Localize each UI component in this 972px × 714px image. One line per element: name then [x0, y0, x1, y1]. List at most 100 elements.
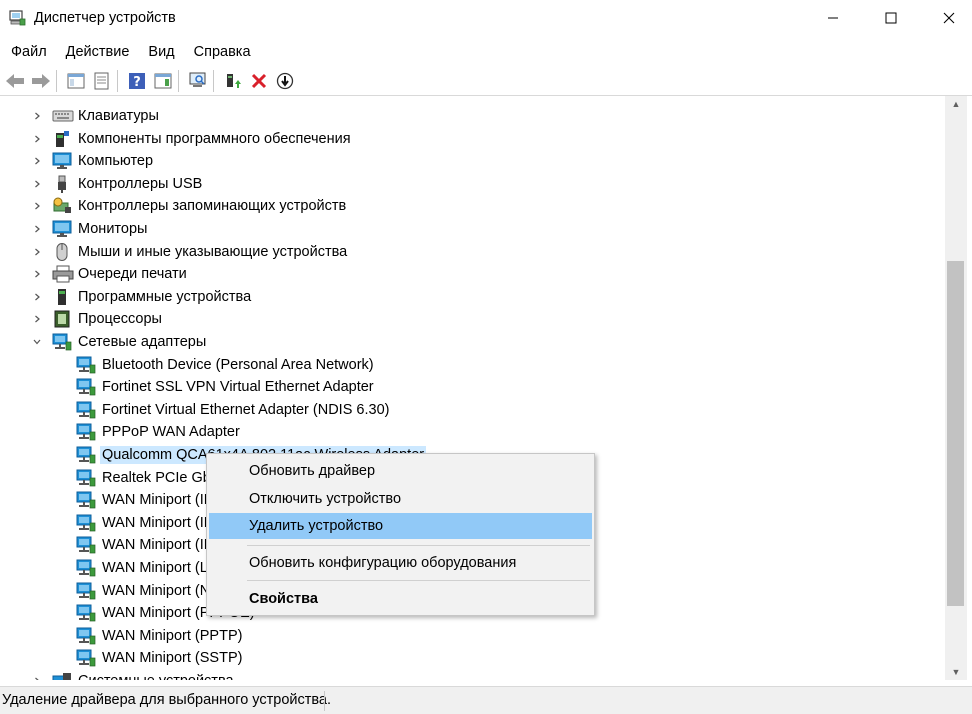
tree-category-label: Компоненты программного обеспечения — [78, 130, 351, 147]
window-title: Диспетчер устройств — [34, 10, 176, 26]
tree-category[interactable]: Компьютер — [0, 150, 945, 172]
tree-category[interactable]: Контроллеры USB — [0, 173, 945, 195]
toolbar-separator — [56, 69, 57, 92]
context-menu: Обновить драйвер Отключить устройство Уд… — [206, 453, 595, 616]
install-download-button[interactable] — [273, 69, 296, 92]
show-hide-console-tree-button[interactable] — [64, 69, 87, 92]
menu-separator — [247, 580, 590, 581]
menu-item-update-driver[interactable]: Обновить драйвер — [209, 458, 592, 484]
chevron-right-icon[interactable] — [30, 241, 44, 263]
chevron-right-icon[interactable] — [30, 308, 44, 330]
keyboard-icon — [52, 107, 74, 125]
menu-action[interactable]: Действие — [58, 40, 138, 64]
title-bar: Диспетчер устройств — [0, 0, 972, 36]
scrollbar-thumb[interactable] — [947, 261, 964, 606]
tree-category-label: Программные устройства — [78, 288, 252, 305]
scroll-up-button[interactable]: ▲ — [945, 96, 967, 112]
tree-device-label: PPPoP WAN Adapter — [102, 424, 240, 441]
menu-file[interactable]: Файл — [3, 40, 55, 64]
tree-category-label: Мониторы — [78, 221, 148, 237]
tree-category[interactable]: Мыши и иные указывающие устройства — [0, 241, 945, 263]
chevron-right-icon[interactable] — [30, 263, 44, 285]
tree-category[interactable]: Очереди печати — [0, 263, 945, 285]
tree-device-item[interactable]: PPPoP WAN Adapter — [0, 421, 945, 443]
scan-hardware-changes-icon — [189, 72, 205, 87]
tree-category[interactable]: Программные устройства — [0, 286, 945, 308]
printer-icon — [52, 265, 74, 283]
action-pane-button[interactable] — [151, 69, 174, 92]
chevron-right-icon[interactable] — [30, 128, 44, 150]
tree-device-label: Fortinet SSL VPN Virtual Ethernet Adapte… — [102, 379, 374, 396]
tree-category-label: Мыши и иные указывающие устройства — [78, 243, 348, 260]
tree-device-item[interactable]: Fortinet Virtual Ethernet Adapter (NDIS … — [0, 399, 945, 421]
tree-category-label: Сетевые адаптеры — [78, 334, 207, 350]
tree-device-item[interactable]: Fortinet SSL VPN Virtual Ethernet Adapte… — [0, 376, 945, 398]
tree-category[interactable]: Процессоры — [0, 308, 945, 330]
network-adapter-icon — [76, 604, 96, 622]
help-button[interactable]: ? — [125, 69, 148, 92]
menu-item-properties[interactable]: Свойства — [209, 586, 592, 612]
tree-device-label: Bluetooth Device (Personal Area Network) — [102, 356, 374, 373]
processor-icon — [52, 310, 72, 328]
scan-hardware-changes-button[interactable] — [186, 69, 209, 92]
network-adapter-icon — [76, 356, 96, 374]
tree-category-label: Системные устройства — [76, 672, 236, 680]
chevron-right-icon[interactable] — [30, 218, 44, 240]
network-adapter-icon — [76, 491, 96, 509]
network-adapter-icon — [76, 378, 96, 396]
status-text: Удаление драйвера для выбранного устройс… — [2, 692, 332, 708]
tree-device-label: WAN Miniport (SSTP) — [102, 650, 243, 667]
tree-category-label: Клавиатуры — [78, 108, 159, 124]
menu-item-disable-device[interactable]: Отключить устройство — [209, 486, 592, 512]
tree-category-label: Контроллеры USB — [78, 175, 203, 192]
network-adapter-icon — [76, 559, 96, 577]
software-component-icon — [52, 130, 72, 148]
monitor-icon — [52, 220, 72, 238]
back-button[interactable] — [3, 69, 26, 92]
toolbar-separator — [213, 69, 214, 92]
menu-help[interactable]: Справка — [186, 40, 259, 64]
tree-category[interactable]: Контроллеры запоминающих устройств — [0, 195, 945, 217]
chevron-right-icon[interactable] — [30, 173, 44, 195]
tree-device-item[interactable]: Bluetooth Device (Personal Area Network) — [0, 354, 945, 376]
close-button[interactable] — [926, 0, 972, 36]
properties-button[interactable] — [90, 69, 113, 92]
software-device-icon — [52, 288, 72, 306]
menu-item-scan-hardware[interactable]: Обновить конфигурацию оборудования — [209, 550, 592, 576]
minimize-button[interactable] — [810, 0, 856, 36]
uninstall-device-button[interactable] — [247, 69, 270, 92]
chevron-right-icon[interactable] — [30, 105, 44, 127]
chevron-right-icon[interactable] — [30, 195, 44, 217]
uninstall-device-icon — [251, 73, 266, 88]
tree-device-label: WAN Miniport (IP) — [102, 514, 219, 531]
tree-device-item[interactable]: WAN Miniport (PPTP) — [0, 625, 945, 647]
action-pane-icon — [154, 73, 171, 88]
system-devices-icon — [52, 672, 72, 680]
network-adapter-icon — [76, 469, 96, 487]
menu-item-uninstall-device[interactable]: Удалить устройство — [209, 513, 592, 539]
menu-view[interactable]: Вид — [140, 40, 182, 64]
maximize-button[interactable] — [868, 0, 914, 36]
chevron-right-icon[interactable] — [30, 150, 44, 172]
forward-button[interactable] — [29, 69, 52, 92]
network-adapter-icon — [76, 423, 96, 441]
tree-category[interactable]: Системные устройства — [0, 670, 945, 680]
tree-device-item[interactable]: WAN Miniport (SSTP) — [0, 647, 945, 669]
tree-category-label: Компьютер — [78, 153, 154, 170]
chevron-right-icon[interactable] — [30, 670, 44, 680]
tree-device-label: Fortinet Virtual Ethernet Adapter (NDIS … — [102, 401, 390, 418]
chevron-down-icon[interactable] — [30, 331, 44, 353]
vertical-scrollbar[interactable]: ▲ ▼ — [945, 96, 967, 680]
tree-category[interactable]: Сетевые адаптеры — [0, 331, 945, 353]
chevron-up-icon: ▲ — [951, 99, 961, 109]
chevron-right-icon[interactable] — [30, 286, 44, 308]
tree-category[interactable]: Компоненты программного обеспечения — [0, 128, 945, 150]
status-divider — [324, 691, 325, 711]
menu-separator — [247, 545, 590, 546]
minimize-icon — [828, 17, 838, 19]
update-driver-button[interactable] — [221, 69, 244, 92]
scroll-down-button[interactable]: ▼ — [945, 664, 967, 680]
tree-category[interactable]: Мониторы — [0, 218, 945, 240]
tree-category[interactable]: Клавиатуры — [0, 105, 945, 127]
network-adapter-icon — [76, 627, 96, 645]
